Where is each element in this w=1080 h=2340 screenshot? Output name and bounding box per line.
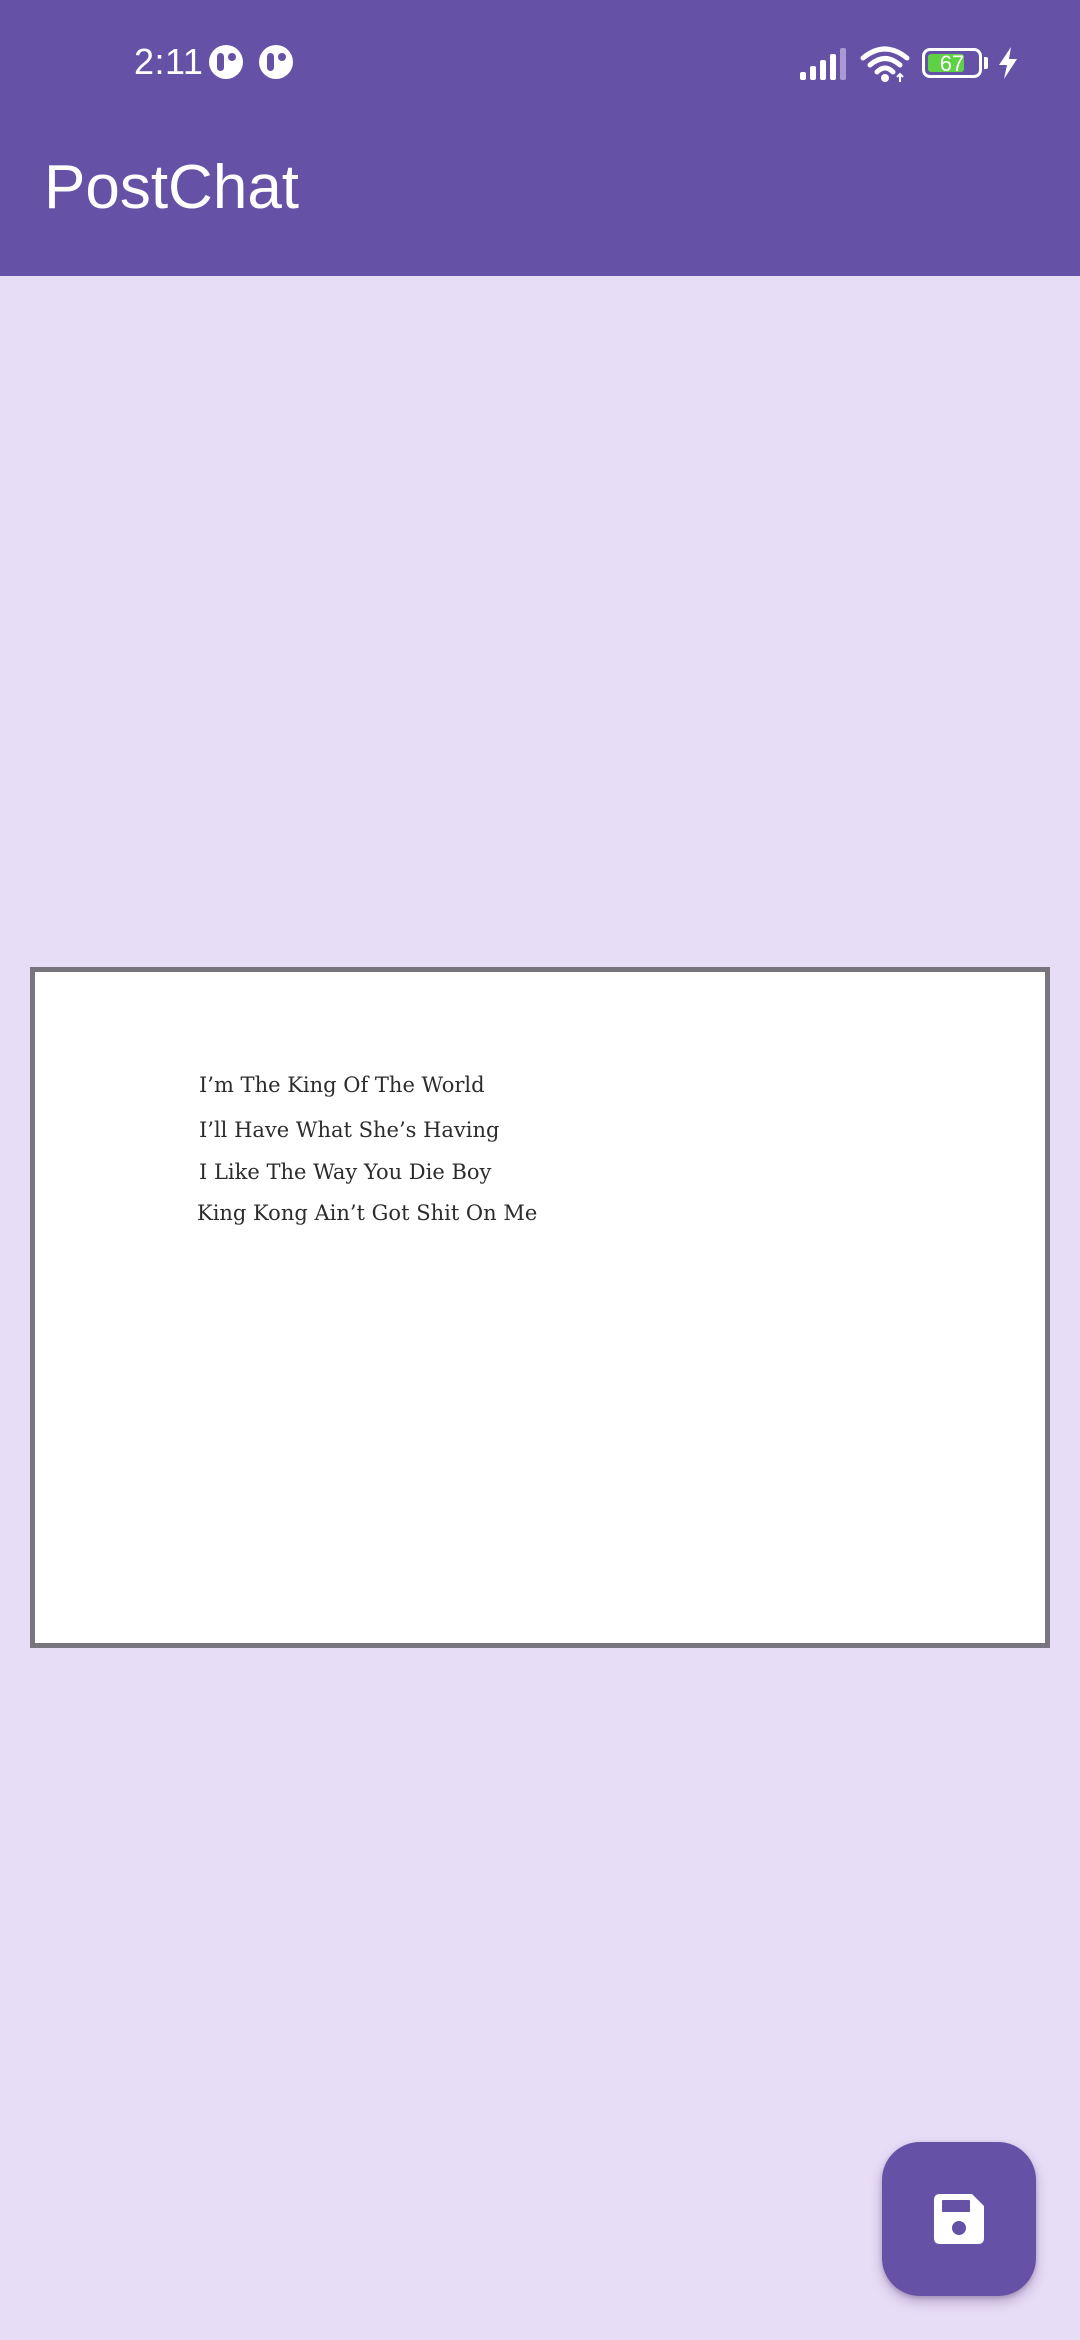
notification-app-icon <box>209 45 243 79</box>
battery-icon: 67 <box>922 48 982 78</box>
canvas-text-line[interactable]: I Like The Way You Die Boy <box>199 1160 491 1184</box>
status-bar: 2:11 67 <box>0 0 1080 124</box>
battery-tip <box>984 57 988 69</box>
canvas-text-line[interactable]: I’ll Have What She’s Having <box>199 1118 499 1142</box>
battery-level: 67 <box>939 51 965 76</box>
canvas-text-line[interactable]: I’m The King Of The World <box>199 1073 485 1097</box>
notification-app-icon <box>259 45 293 79</box>
postcard-canvas[interactable]: I’m The King Of The World I’ll Have What… <box>30 967 1050 1648</box>
app-title: PostChat <box>44 153 300 222</box>
status-time: 2:11 <box>134 41 204 82</box>
wifi-icon <box>860 46 910 82</box>
canvas-text-line[interactable]: King Kong Ain’t Got Shit On Me <box>197 1201 537 1225</box>
save-button[interactable] <box>882 2142 1036 2296</box>
signal-icon <box>800 48 846 80</box>
top-app-bar: 2:11 67 PostChat <box>0 0 1080 276</box>
save-icon <box>934 2194 984 2244</box>
charging-bolt-icon <box>999 47 1017 79</box>
